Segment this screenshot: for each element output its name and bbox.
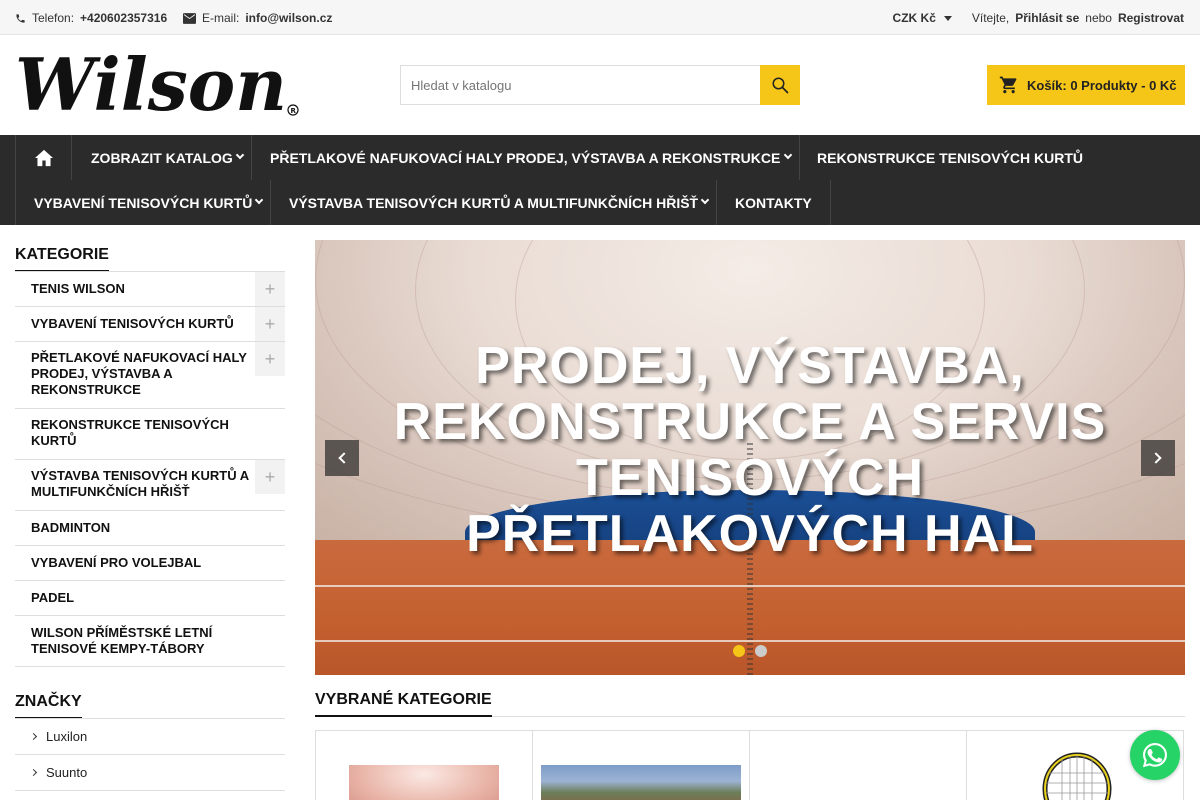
category-item[interactable]: PŘETLAKOVÉ NAFUKOVACÍ HALY PRODEJ, VÝSTA… xyxy=(15,342,285,409)
cart-icon xyxy=(999,76,1017,94)
featured-category-card[interactable] xyxy=(315,730,533,800)
slider-dot[interactable] xyxy=(733,645,745,657)
caret-down-icon xyxy=(943,15,952,21)
email-label: E-mail: xyxy=(202,11,240,25)
login-link[interactable]: Přihlásit se xyxy=(1015,11,1079,25)
category-item[interactable]: PADEL xyxy=(15,581,285,616)
category-item[interactable]: VYBAVENÍ PRO VOLEJBAL xyxy=(15,546,285,581)
search-button[interactable] xyxy=(760,65,800,105)
mail-icon xyxy=(183,12,196,24)
hero-slider[interactable]: PRODEJ, VÝSTAVBA, REKONSTRUKCE A SERVIS … xyxy=(315,240,1185,675)
chevron-down-icon xyxy=(254,195,264,205)
search-input[interactable] xyxy=(401,66,760,104)
main-nav: ZOBRAZIT KATALOG PŘETLAKOVÉ NAFUKOVACÍ H… xyxy=(0,135,1200,225)
category-label: REKONSTRUKCE TENISOVÝCH KURTŮ xyxy=(31,417,229,448)
court-image xyxy=(541,765,741,800)
email-address[interactable]: info@wilson.cz xyxy=(245,11,332,25)
phone-label: Telefon: xyxy=(32,11,75,25)
welcome-text: Vítejte, xyxy=(971,11,1010,25)
brand-item[interactable]: Suunto xyxy=(15,755,285,791)
cart-label: Košík: 0 Produkty - 0 Kč xyxy=(1027,77,1177,93)
category-item[interactable]: WILSON PŘÍMĚSTSKÉ LETNÍ TENISOVÉ KEMPY-T… xyxy=(15,616,285,667)
slider-next-button[interactable] xyxy=(1141,440,1175,476)
category-label: VYBAVENÍ PRO VOLEJBAL xyxy=(31,555,202,570)
phone-contact[interactable]: Telefon: +420602357316 xyxy=(15,11,167,25)
whatsapp-chat-button[interactable] xyxy=(1130,730,1180,780)
or-text: nebo xyxy=(1085,11,1112,25)
category-label: PADEL xyxy=(31,590,75,605)
nav-item-halls[interactable]: PŘETLAKOVÉ NAFUKOVACÍ HALY PRODEJ, VÝSTA… xyxy=(252,135,800,180)
expand-plus-icon[interactable]: + xyxy=(255,342,285,376)
top-bar: Telefon: +420602357316 E-mail: info@wils… xyxy=(0,0,1200,35)
slider-dot[interactable] xyxy=(755,645,767,657)
brand-label: Luxilon xyxy=(46,729,88,744)
nav-item-catalog[interactable]: ZOBRAZIT KATALOG xyxy=(72,135,252,180)
svg-text:R: R xyxy=(291,107,297,115)
currency-label: CZK Kč xyxy=(892,11,936,25)
brands-title: ZNAČKY xyxy=(15,693,82,719)
category-item[interactable]: VÝSTAVBA TENISOVÝCH KURTŮ A MULTIFUNKČNÍ… xyxy=(15,460,285,511)
nav-label: REKONSTRUKCE TENISOVÝCH KURTŮ xyxy=(817,149,1084,166)
expand-plus-icon[interactable]: + xyxy=(255,307,285,341)
cart-button[interactable]: Košík: 0 Produkty - 0 Kč xyxy=(987,65,1185,105)
categories-title: KATEGORIE xyxy=(15,246,109,272)
expand-plus-icon[interactable]: + xyxy=(255,272,285,306)
nav-label: KONTAKTY xyxy=(735,194,812,211)
nav-item-court-equipment[interactable]: VYBAVENÍ TENISOVÝCH KURTŮ xyxy=(15,180,271,225)
racket-image xyxy=(1042,752,1112,800)
chevron-right-icon xyxy=(29,768,38,777)
search-box xyxy=(400,65,800,105)
nav-label: ZOBRAZIT KATALOG xyxy=(91,149,233,166)
nav-label: VYBAVENÍ TENISOVÝCH KURTŮ xyxy=(34,194,253,211)
slide-headline: PRODEJ, VÝSTAVBA, REKONSTRUKCE A SERVIS … xyxy=(393,337,1107,563)
brand-label: Suunto xyxy=(46,765,88,780)
chevron-down-icon xyxy=(783,150,793,160)
category-label: PŘETLAKOVÉ NAFUKOVACÍ HALY PRODEJ, VÝSTA… xyxy=(31,350,247,397)
featured-category-card[interactable] xyxy=(749,730,967,800)
chevron-left-icon xyxy=(338,452,350,464)
chevron-down-icon xyxy=(700,195,710,205)
email-contact[interactable]: E-mail: info@wilson.cz xyxy=(183,11,332,25)
wilson-logo[interactable]: Wilson R xyxy=(15,46,300,118)
expand-plus-icon[interactable]: + xyxy=(255,460,285,494)
nav-home[interactable] xyxy=(15,135,72,180)
currency-selector[interactable]: CZK Kč xyxy=(893,11,952,25)
chevron-right-icon xyxy=(29,732,38,741)
category-label: WILSON PŘÍMĚSTSKÉ LETNÍ TENISOVÉ KEMPY-T… xyxy=(31,625,213,656)
category-item[interactable]: REKONSTRUKCE TENISOVÝCH KURTŮ xyxy=(15,409,285,460)
nav-item-court-reconstruction[interactable]: REKONSTRUKCE TENISOVÝCH KURTŮ xyxy=(800,135,1100,180)
chevron-right-icon xyxy=(1150,452,1162,464)
category-item[interactable]: VYBAVENÍ TENISOVÝCH KURTŮ + xyxy=(15,307,285,342)
nav-item-contacts[interactable]: KONTAKTY xyxy=(717,180,831,225)
slider-prev-button[interactable] xyxy=(325,440,359,476)
phone-icon xyxy=(16,13,25,23)
nav-label: PŘETLAKOVÉ NAFUKOVACÍ HALY PRODEJ, VÝSTA… xyxy=(270,149,781,166)
whatsapp-icon xyxy=(1142,743,1167,768)
category-label: TENIS WILSON xyxy=(31,281,125,296)
register-link[interactable]: Registrovat xyxy=(1118,11,1184,25)
featured-categories-title: VYBRANÉ KATEGORIE xyxy=(315,691,492,717)
category-item[interactable]: BADMINTON xyxy=(15,511,285,546)
phone-number[interactable]: +420602357316 xyxy=(80,11,167,25)
chevron-down-icon xyxy=(235,150,245,160)
category-label: BADMINTON xyxy=(31,520,111,535)
nav-item-court-construction[interactable]: VÝSTAVBA TENISOVÝCH KURTŮ A MULTIFUNKČNÍ… xyxy=(271,180,717,225)
category-label: VÝSTAVBA TENISOVÝCH KURTŮ A MULTIFUNKČNÍ… xyxy=(31,468,249,499)
hall-image xyxy=(349,765,499,800)
category-item[interactable]: TENIS WILSON + xyxy=(15,272,285,307)
nav-label: VÝSTAVBA TENISOVÝCH KURTŮ A MULTIFUNKČNÍ… xyxy=(289,194,699,211)
category-label: VYBAVENÍ TENISOVÝCH KURTŮ xyxy=(31,316,234,331)
user-links: CZK Kč Vítejte, Přihlásit se nebo Regist… xyxy=(893,11,1184,25)
search-icon xyxy=(772,77,789,94)
logo-wordmark: Wilson xyxy=(15,46,287,118)
featured-category-card[interactable] xyxy=(532,730,750,800)
slider-dots xyxy=(733,645,767,657)
home-icon xyxy=(34,149,53,166)
brand-item[interactable]: Luxilon xyxy=(15,719,285,755)
